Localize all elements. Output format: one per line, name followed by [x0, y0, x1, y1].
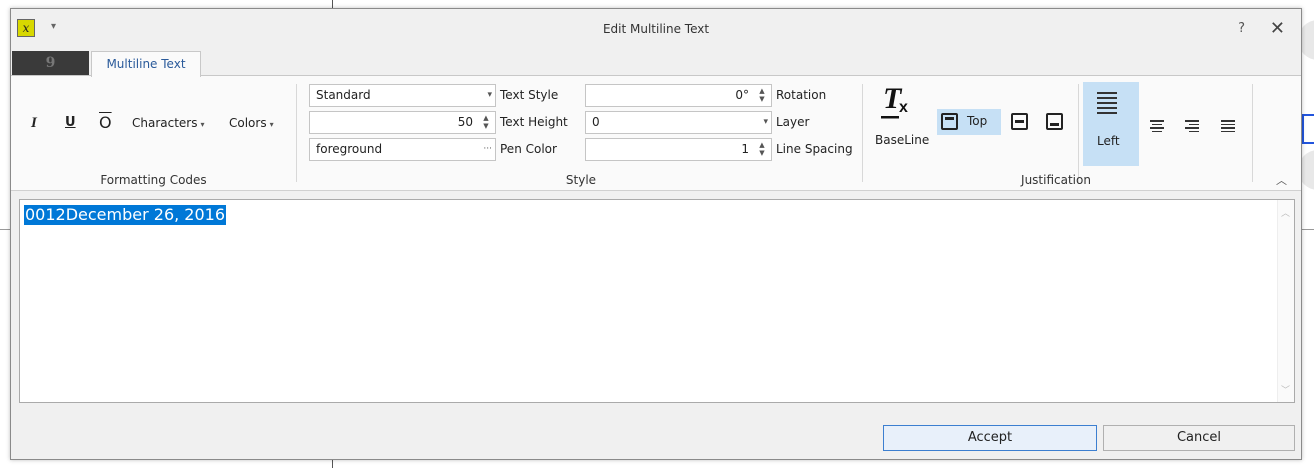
- chevron-down-icon: ▾: [487, 90, 492, 100]
- layer-value: 0: [592, 115, 600, 129]
- layer-select[interactable]: 0 ▾: [585, 111, 772, 134]
- group-separator: [296, 84, 297, 182]
- collapse-ribbon-icon[interactable]: ︿: [1276, 172, 1287, 188]
- scroll-up-icon[interactable]: ︿: [1281, 206, 1290, 219]
- tab-multiline-text[interactable]: Multiline Text: [91, 51, 201, 77]
- scroll-down-icon[interactable]: ﹀: [1281, 383, 1290, 396]
- text-style-label: Text Style: [500, 88, 559, 102]
- text-style-value: Standard: [316, 88, 371, 102]
- text-editor[interactable]: 0012December 26, 2016 ︿ ﹀: [19, 199, 1295, 403]
- text-height-input[interactable]: 50 ▲ ▼: [309, 111, 496, 134]
- cancel-button[interactable]: Cancel: [1103, 425, 1295, 451]
- group-separator: [1252, 84, 1253, 182]
- characters-label: Characters: [132, 116, 198, 130]
- svg-text:x: x: [899, 99, 908, 116]
- browse-icon[interactable]: ···: [483, 139, 492, 160]
- spinner-icon[interactable]: ▲ ▼: [756, 141, 768, 158]
- pen-color-value: foreground: [316, 142, 383, 156]
- title-bar: x ▾ Edit Multiline Text ? ✕: [11, 9, 1301, 51]
- align-right-icon[interactable]: [1185, 120, 1199, 134]
- chevron-down-icon: ▾: [200, 120, 205, 129]
- spinner-icon[interactable]: ▲ ▼: [756, 87, 768, 104]
- group-separator: [862, 84, 863, 182]
- align-bottom-icon[interactable]: [1046, 113, 1063, 130]
- help-button[interactable]: ?: [1238, 21, 1245, 36]
- close-button[interactable]: ✕: [1270, 18, 1285, 39]
- accept-button[interactable]: Accept: [883, 425, 1097, 451]
- ribbon-tab-row: 9 Multiline Text: [11, 51, 1301, 77]
- align-top-icon: [941, 113, 958, 130]
- colors-dropdown[interactable]: Colors ▾: [229, 116, 274, 130]
- pen-color-label: Pen Color: [500, 142, 557, 156]
- underline-button[interactable]: U: [65, 115, 76, 130]
- italic-button[interactable]: I: [31, 115, 37, 132]
- line-spacing-value: 1: [741, 142, 749, 156]
- chevron-down-icon: ▾: [269, 120, 274, 129]
- left-label: Left: [1097, 134, 1120, 148]
- spinner-icon[interactable]: ▲ ▼: [480, 114, 492, 131]
- justify-left-button[interactable]: Left: [1083, 82, 1139, 166]
- text-height-value: 50: [457, 115, 473, 129]
- pen-color-input[interactable]: foreground ···: [309, 138, 496, 161]
- style-group-label: Style: [565, 173, 597, 187]
- baseline-button[interactable]: T x: [877, 82, 923, 134]
- group-separator: [1078, 84, 1079, 182]
- align-middle-icon[interactable]: [1011, 113, 1028, 130]
- ribbon: I U O Characters ▾ Colors ▾ Formatting Cod…: [11, 75, 1301, 191]
- rotation-value: 0°: [735, 88, 749, 102]
- colors-label: Colors: [229, 116, 267, 130]
- align-justify-icon[interactable]: [1221, 120, 1235, 134]
- canvas-blue-shape: [1302, 114, 1314, 144]
- file-tab[interactable]: 9: [12, 51, 89, 76]
- line-spacing-input[interactable]: 1 ▲ ▼: [585, 138, 772, 161]
- align-center-icon[interactable]: [1150, 120, 1164, 134]
- top-label: Top: [967, 114, 988, 128]
- edit-multiline-text-dialog: x ▾ Edit Multiline Text ? ✕ 9 Multiline …: [10, 8, 1302, 460]
- chevron-down-icon: ▾: [763, 117, 768, 127]
- line-spacing-label: Line Spacing: [776, 142, 853, 156]
- rotation-input[interactable]: 0° ▲ ▼: [585, 84, 772, 107]
- rotation-label: Rotation: [776, 88, 827, 102]
- characters-dropdown[interactable]: Characters ▾: [132, 116, 205, 130]
- layer-label: Layer: [776, 115, 810, 129]
- top-button[interactable]: Top: [937, 109, 1001, 135]
- vertical-scrollbar[interactable]: ︿ ﹀: [1277, 200, 1294, 402]
- clear-format-icon: T x: [881, 82, 908, 119]
- formatting-codes-group-label: Formatting Codes: [100, 173, 207, 187]
- text-height-label: Text Height: [500, 115, 568, 129]
- editor-selected-text[interactable]: 0012December 26, 2016: [24, 205, 227, 225]
- text-style-select[interactable]: Standard ▾: [309, 84, 496, 107]
- justification-group-label: Justification: [1021, 173, 1091, 187]
- overline-button[interactable]: O: [99, 113, 112, 132]
- align-left-large-icon: [1097, 92, 1117, 116]
- baseline-label: BaseLine: [875, 133, 930, 147]
- window-title: Edit Multiline Text: [602, 22, 710, 36]
